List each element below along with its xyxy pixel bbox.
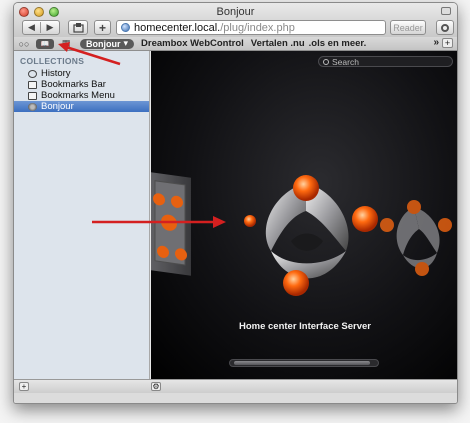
share-button[interactable]: [68, 20, 88, 35]
sidebar-item-bonjour[interactable]: Bonjour: [14, 101, 149, 112]
forward-button[interactable]: ▶: [41, 22, 59, 33]
share-icon: [72, 22, 84, 33]
sidebar-item-label: Bookmarks Bar: [41, 79, 106, 90]
new-tab-button[interactable]: +: [442, 38, 453, 48]
back-forward-group: ◀ ▶: [22, 20, 60, 35]
bottom-bar: + ⚙: [14, 379, 457, 393]
sidebar-item-label: Bonjour: [41, 101, 74, 112]
sidebar-item-history[interactable]: History: [14, 68, 149, 79]
toolbar: ◀ ▶ + homecenter.local./plug/index.php R…: [14, 18, 457, 37]
browser-window: Bonjour ◀ ▶ + homecenter.local./plug/ind…: [13, 2, 458, 404]
fullscreen-icon[interactable]: [441, 7, 451, 15]
collections-heading: COLLECTIONS: [20, 56, 85, 66]
cover-right-art: [380, 200, 452, 276]
settings-button[interactable]: [436, 20, 454, 35]
more-bookmarks-button[interactable]: »: [433, 37, 439, 48]
address-bar[interactable]: homecenter.local./plug/index.php: [116, 20, 386, 35]
search-icon: [323, 58, 329, 65]
bookmarks-sidebar: COLLECTIONS History Bookmarks Bar Bookma…: [14, 51, 150, 379]
show-bookmarks-icon[interactable]: 📖: [36, 38, 54, 49]
homecenter-logo-icon: [244, 175, 378, 296]
chevron-down-icon: ▾: [123, 38, 129, 48]
bookmark-link[interactable]: .ols en meer.: [309, 38, 367, 49]
reader-button[interactable]: Reader: [390, 20, 426, 35]
bookmark-folder-bonjour[interactable]: Bonjour ▾: [80, 38, 135, 49]
sidebar-item-bookmarks-bar[interactable]: Bookmarks Bar: [14, 79, 149, 90]
url-host: homecenter.local.: [134, 21, 221, 34]
search-placeholder: Search: [332, 56, 359, 67]
globe-icon: [121, 23, 130, 32]
book-icon: [28, 91, 37, 100]
bookmark-folder-label: Bonjour: [86, 38, 121, 49]
coverflow-caption: Home center Interface Server: [238, 321, 371, 332]
cover-item-selected[interactable]: [231, 171, 381, 301]
url-path: /plug/index.php: [220, 21, 295, 34]
bookmark-link[interactable]: Vertalen .nu: [251, 38, 305, 49]
cover-item-right[interactable]: [379, 199, 457, 277]
bookmarks-bar: ○○ 📖 ▦ Bonjour ▾ Dreambox WebControl Ver…: [14, 37, 457, 51]
sidebar-item-label: Bookmarks Menu: [41, 90, 115, 101]
coverflow-scroll-thumb[interactable]: [234, 361, 370, 365]
status-bar: [14, 393, 457, 403]
add-collection-button[interactable]: +: [19, 382, 29, 391]
bonjour-icon: [28, 102, 37, 111]
add-bookmark-button[interactable]: +: [94, 20, 111, 35]
title-bar: Bonjour ◀ ▶ + homecenter.local./plug/ind…: [14, 3, 457, 37]
coverflow-scrollbar[interactable]: [229, 359, 379, 367]
cover-left-art: [153, 180, 187, 266]
cover-item-left[interactable]: [151, 172, 191, 276]
coverflow-search-field[interactable]: Search: [318, 56, 453, 67]
sidebar-item-label: History: [41, 68, 71, 79]
book-icon: [28, 80, 37, 89]
top-sites-icon[interactable]: ▦: [58, 38, 74, 49]
sidebar-item-bookmarks-menu[interactable]: Bookmarks Menu: [14, 90, 149, 101]
back-button[interactable]: ◀: [23, 22, 41, 33]
action-menu-button[interactable]: ⚙: [151, 382, 161, 391]
gear-icon: [441, 23, 449, 32]
reading-list-icon[interactable]: ○○: [16, 39, 32, 49]
coverflow-view: Search Home center Interface Server: [151, 51, 457, 379]
bookmark-link[interactable]: Dreambox WebControl: [141, 38, 244, 49]
clock-icon: [28, 69, 37, 78]
window-title: Bonjour: [216, 6, 255, 18]
